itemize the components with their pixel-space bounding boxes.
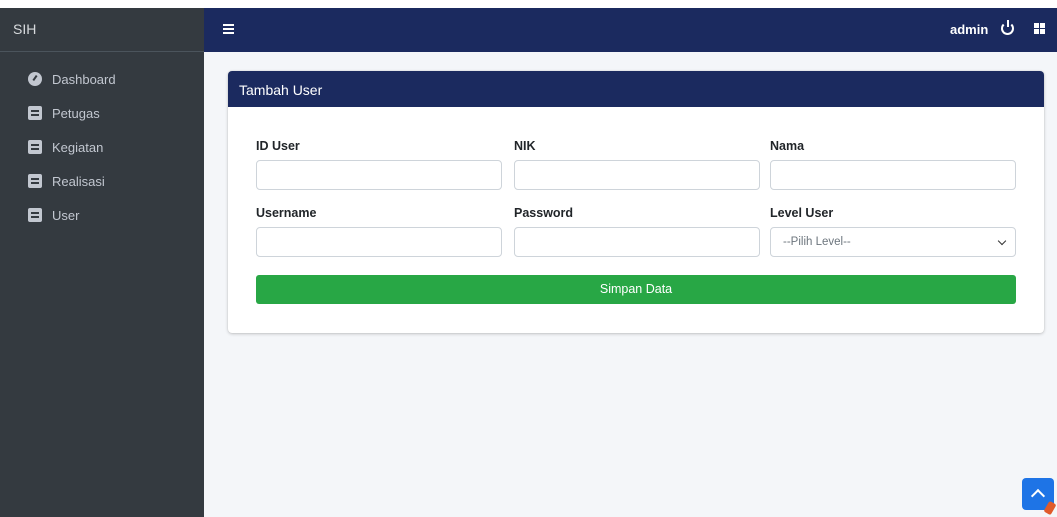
sidebar-item-kegiatan[interactable]: Kegiatan (0, 130, 204, 164)
book-icon (28, 208, 42, 222)
id-user-label: ID User (256, 139, 300, 153)
sidebar-item-label: Kegiatan (52, 139, 104, 155)
nama-input[interactable] (770, 160, 1016, 190)
dashboard-icon (28, 72, 42, 86)
book-icon (28, 106, 42, 120)
nama-label: Nama (770, 139, 805, 153)
add-user-card: Tambah User ID User NIK Nama Username Pa… (228, 71, 1044, 333)
sidebar-item-label: Realisasi (52, 173, 105, 189)
sidebar-item-label: Petugas (52, 105, 100, 121)
sidebar: SIH Dashboard Petugas Kegiatan Realisasi… (0, 0, 204, 517)
book-icon (28, 174, 42, 188)
top-navbar: admin (204, 0, 1057, 52)
card-title: Tambah User (228, 71, 1044, 107)
chevron-down-icon (997, 236, 1007, 246)
book-icon (28, 140, 42, 154)
sidebar-item-dashboard[interactable]: Dashboard (0, 62, 204, 96)
save-button[interactable]: Simpan Data (256, 275, 1016, 304)
brand-logo[interactable]: SIH (0, 8, 204, 52)
nik-label: NIK (514, 139, 536, 153)
username-label: Username (256, 206, 317, 220)
sidebar-item-petugas[interactable]: Petugas (0, 96, 204, 130)
level-user-selected: --Pilih Level-- (783, 236, 851, 248)
sidebar-nav: Dashboard Petugas Kegiatan Realisasi Use… (0, 62, 204, 232)
id-user-input[interactable] (256, 160, 502, 190)
level-user-label: Level User (770, 206, 834, 220)
user-name[interactable]: admin (950, 22, 988, 37)
username-input[interactable] (256, 227, 502, 257)
level-user-select[interactable]: --Pilih Level-- (770, 227, 1016, 257)
password-label: Password (514, 206, 574, 220)
power-icon[interactable] (1001, 20, 1014, 35)
sidebar-item-realisasi[interactable]: Realisasi (0, 164, 204, 198)
menu-icon[interactable] (223, 24, 234, 34)
grid-icon[interactable] (1034, 23, 1045, 34)
sidebar-item-label: Dashboard (52, 71, 116, 87)
nik-input[interactable] (514, 160, 760, 190)
sidebar-item-user[interactable]: User (0, 198, 204, 232)
password-input[interactable] (514, 227, 760, 257)
sidebar-item-label: User (52, 207, 80, 223)
